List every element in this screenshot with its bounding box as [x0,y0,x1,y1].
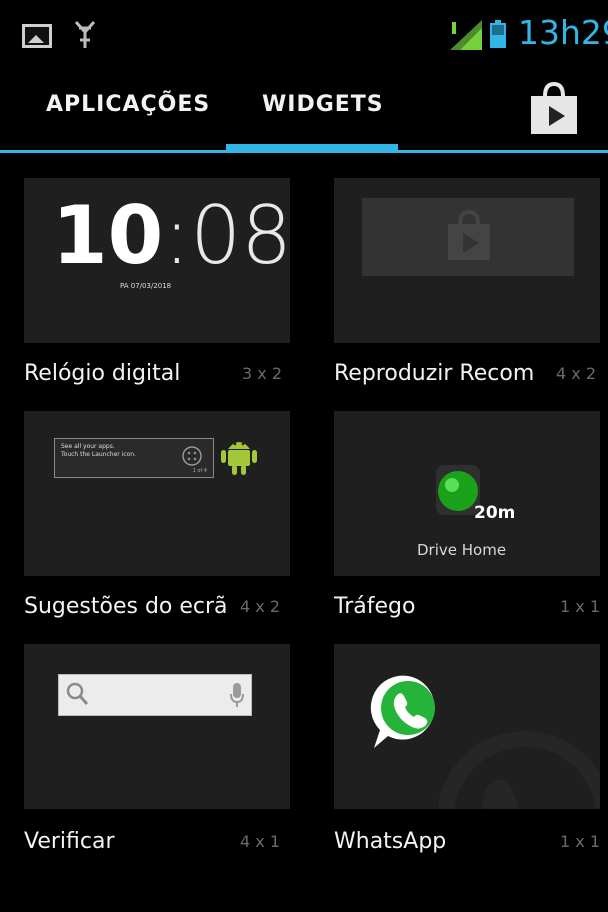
widget-name: Sugestões do ecrã [24,594,228,619]
widget-name: Tráfego [334,594,416,619]
search-icon [66,682,89,705]
widget-size: 1 x 1 [560,832,600,851]
whatsapp-icon [370,675,435,748]
widget-search[interactable]: Verificar 4 x 1 [24,644,312,864]
widget-launcher-tips[interactable]: See all your apps. Touch the Launcher ic… [24,411,312,626]
traffic-caption: Drive Home [417,541,507,559]
tab-bar: APLICAÇÕES WIDGETS [0,66,608,154]
widget-whatsapp[interactable]: WhatsApp 1 x 1 [334,644,608,864]
tips-line-2: Touch the Launcher icon. [61,451,137,458]
tips-bubble: See all your apps. Touch the Launcher ic… [54,438,214,478]
clock-date: PA 07/03/2018 [120,282,172,290]
tab-applications[interactable]: APLICAÇÕES [46,92,210,117]
widget-digital-clock[interactable]: 10:08 PA 07/03/2018 Relógio digital 3 x … [24,178,312,393]
microphone-icon [230,683,244,707]
widget-preview: 20m Drive Home [334,411,600,576]
widget-name: Reproduzir Recome [334,361,534,386]
widget-grid: 10:08 PA 07/03/2018 Relógio digital 3 x … [0,154,608,912]
widget-name: WhatsApp [334,829,447,854]
whatsapp-watermark-icon [437,731,600,809]
status-time: 13h29 [518,13,608,52]
tab-selected-indicator [226,144,398,153]
clock-minutes: :08 [163,189,293,282]
tab-widgets[interactable]: WIDGETS [262,92,384,117]
widget-size: 4 x 2 [556,364,596,383]
search-bar-preview [58,674,252,716]
widget-preview [334,178,600,343]
widget-name: Relógio digital [24,361,181,386]
widget-preview: See all your apps. Touch the Launcher ic… [24,411,290,576]
traffic-eta: 20m [474,503,516,523]
widget-play-recommendations[interactable]: Reproduzir Recome 4 x 2 [334,178,608,393]
play-store-icon [448,209,490,260]
clock-hours: 10 [52,189,164,282]
widget-preview [334,644,600,809]
widget-name: Verificar [24,829,115,854]
widget-size: 3 x 2 [242,364,282,383]
status-bar: 13h29 [0,0,608,66]
android-robot-icon [221,442,257,475]
battery-icon [490,20,506,48]
widget-traffic[interactable]: 20m Drive Home Tráfego 1 x 1 [334,411,608,626]
apps-launcher-icon [182,446,202,466]
widget-size: 4 x 1 [240,832,280,851]
signal-icon [450,20,482,50]
widget-preview: 10:08 PA 07/03/2018 [24,178,293,343]
tips-page: 1 of 4 [192,468,207,474]
usb-debug-icon [74,20,96,48]
image-notification-icon [22,24,52,48]
tips-line-1: See all your apps. [61,443,115,450]
widget-preview [24,644,290,809]
play-store-icon[interactable] [527,80,581,136]
widget-size: 1 x 1 [560,597,600,616]
widget-size: 4 x 2 [240,597,280,616]
